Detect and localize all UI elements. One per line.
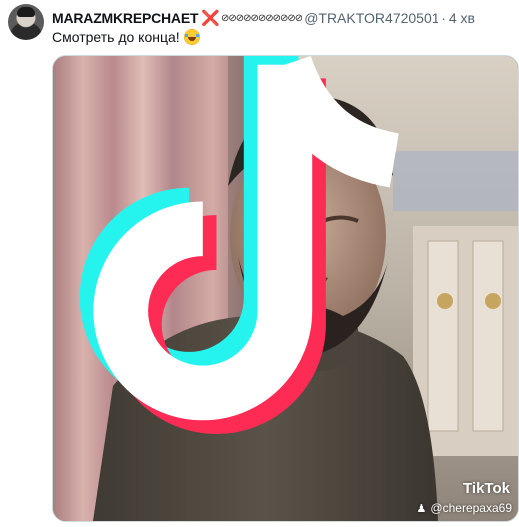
tiktok-brand-label: TikTok <box>463 480 510 497</box>
tears-of-joy-emoji-icon <box>183 29 200 45</box>
separator-dot: · <box>441 10 446 26</box>
tweet-text: Смотреть до конца! <box>52 28 200 46</box>
tiktok-username: ♟ @cherepaxa69 <box>417 501 512 515</box>
person-icon: ♟ <box>416 502 427 515</box>
video-thumbnail[interactable]: TikTok ♟ @cherepaxa69 <box>52 55 519 522</box>
tweet-card[interactable]: MARAZMKREPCHAET ❌ ⊘⊘⊘⊘⊘⊘⊘⊘⊘⊘⊘ @TRAKTOR47… <box>0 0 519 527</box>
author-display-name[interactable]: MARAZMKREPCHAET <box>52 10 199 26</box>
avatar[interactable] <box>8 4 44 40</box>
author-handle[interactable]: @TRAKTOR47205013 <box>304 10 438 26</box>
cross-mark-icon: ❌ <box>201 10 221 27</box>
tweet-header: MARAZMKREPCHAET ❌ ⊘⊘⊘⊘⊘⊘⊘⊘⊘⊘⊘ @TRAKTOR47… <box>52 8 512 28</box>
tweet-text-content: Смотреть до конца! <box>52 29 180 45</box>
tiktok-username-text: @cherepaxa69 <box>430 501 512 515</box>
tweet-timestamp[interactable]: 4 хв <box>449 10 475 26</box>
tiktok-logo-icon <box>79 56 400 434</box>
name-decoration: ⊘⊘⊘⊘⊘⊘⊘⊘⊘⊘⊘ <box>221 12 303 24</box>
